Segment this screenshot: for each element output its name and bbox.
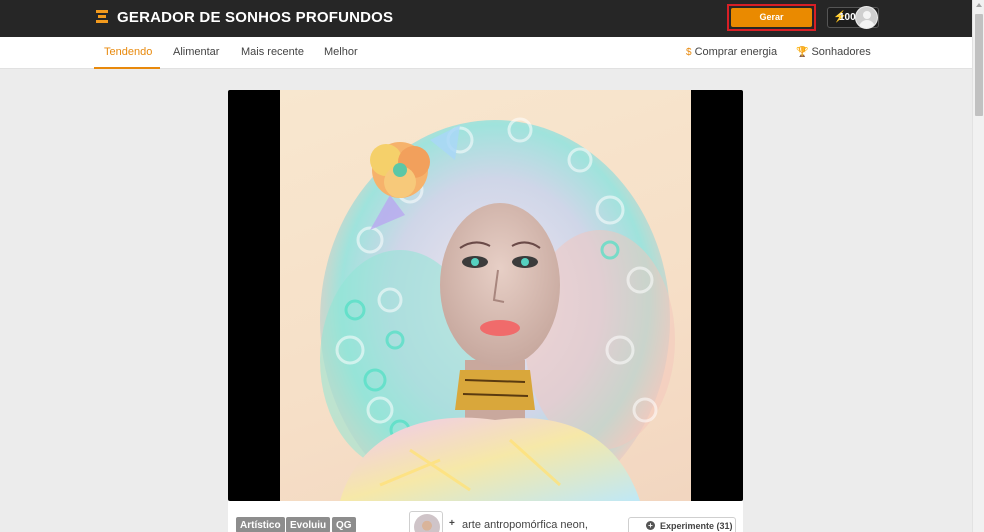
user-avatar-icon[interactable]	[855, 6, 878, 29]
buy-energy-label: Comprar energia	[694, 46, 778, 58]
generate-button[interactable]: Gerar	[731, 8, 812, 27]
tag-evolved[interactable]: Evoluiu	[286, 517, 331, 532]
tab-best[interactable]: Melhor	[324, 46, 358, 58]
energy-count: 100	[839, 12, 856, 23]
dreamers-label: Sonhadores	[811, 46, 871, 58]
plus-circle-icon: +	[646, 521, 655, 530]
experiment-button[interactable]: + Experimente (31)	[628, 517, 736, 532]
dreamers-link[interactable]: 🏆 Sonhadores	[796, 46, 871, 58]
brand-title[interactable]: GERADOR DE SONHOS PROFUNDOS	[117, 9, 393, 26]
tab-trending[interactable]: Tendendo	[104, 46, 152, 58]
plus-icon: +	[449, 518, 455, 529]
scroll-thumb[interactable]	[975, 14, 983, 116]
dollar-icon: $	[686, 47, 692, 58]
tag-hq[interactable]: QG	[332, 517, 356, 532]
prompt-thumbnail[interactable]	[409, 511, 443, 532]
post-image-frame[interactable]	[228, 90, 743, 501]
buy-energy-link[interactable]: $ Comprar energia	[686, 46, 777, 58]
tab-feed[interactable]: Alimentar	[173, 46, 219, 58]
experiment-label: Experimente (31)	[660, 521, 733, 531]
nav-bar: Tendendo Alimentar Mais recente Melhor $…	[0, 37, 972, 69]
logo-icon[interactable]	[96, 10, 108, 24]
top-bar: GERADOR DE SONHOS PROFUNDOS Gerar ⚡ 100	[0, 0, 972, 37]
prompt-text: arte antropomórfica neon,	[462, 519, 588, 531]
scroll-up-arrow-icon[interactable]	[976, 3, 982, 7]
tab-latest[interactable]: Mais recente	[241, 46, 304, 58]
page-scrollbar[interactable]	[972, 0, 984, 532]
trophy-icon: 🏆	[796, 47, 809, 58]
tag-artistic[interactable]: Artístico	[236, 517, 285, 532]
active-tab-indicator	[94, 67, 160, 69]
post-artwork-image[interactable]	[280, 90, 691, 501]
